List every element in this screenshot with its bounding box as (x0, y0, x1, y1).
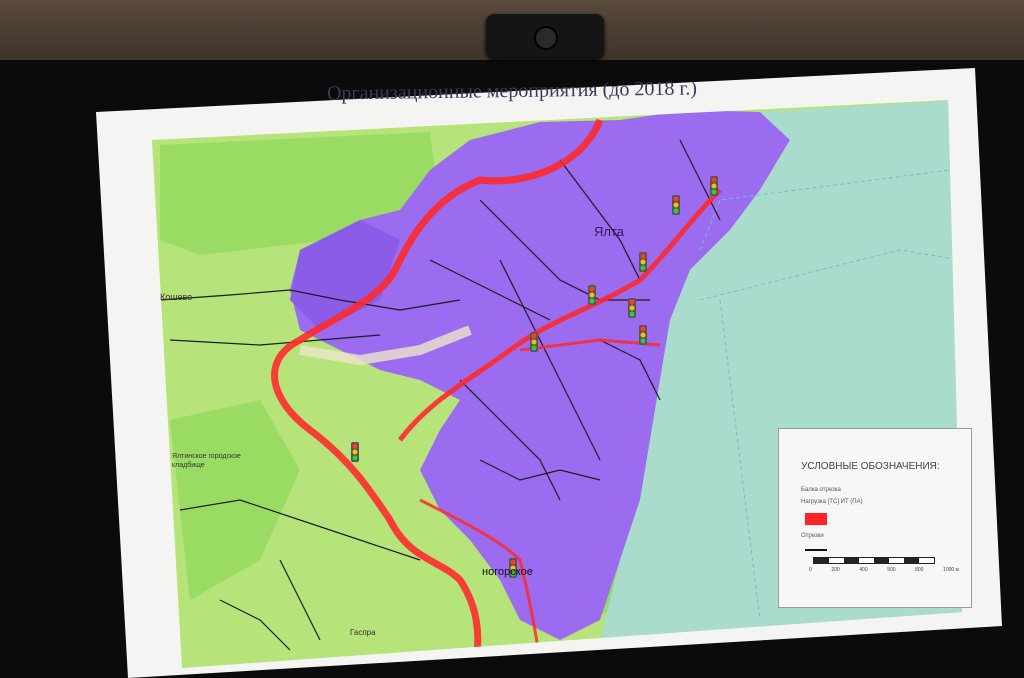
traffic-light-icon (628, 298, 636, 318)
district-label: ногорское (482, 566, 533, 578)
traffic-light-icon (672, 195, 680, 215)
traffic-light-icon (639, 325, 647, 345)
scale-bar (813, 557, 935, 564)
scale-label: 400 (859, 567, 868, 573)
scale-label: 200 (831, 567, 840, 573)
gaspra-label: Гаспра (350, 628, 376, 637)
map-legend: УСЛОВНЫЕ ОБОЗНАЧЕНИЯ: Балка отрезка Нагр… (778, 428, 972, 608)
traffic-light-icon (530, 332, 538, 352)
traffic-light-icon (351, 442, 359, 462)
city-label: Ялта (594, 224, 625, 239)
cemetery-label: Ялтинское городское кладбище (172, 453, 241, 469)
scale-label: 0 (809, 567, 812, 573)
legend-swatch-line (805, 549, 827, 551)
traffic-light-icon (588, 285, 596, 305)
scale-label: 800 (915, 567, 924, 573)
legend-item: Отрезки (801, 533, 824, 539)
scale-label: 1000 м (943, 567, 959, 573)
legend-swatch-red (805, 513, 827, 525)
traffic-light-icon (710, 176, 718, 196)
scale-label: 500 (887, 567, 896, 573)
village-label: Кошево (160, 292, 193, 302)
traffic-light-icon (639, 252, 647, 272)
legend-item: Нагрузка [ТС] ИТ (ПА) (801, 499, 863, 505)
scale-labels: 0 200 400 500 800 1000 м (809, 567, 959, 573)
legend-item: Балка отрезка (801, 487, 841, 493)
legend-title: УСЛОВНЫЕ ОБОЗНАЧЕНИЯ: (801, 461, 940, 472)
